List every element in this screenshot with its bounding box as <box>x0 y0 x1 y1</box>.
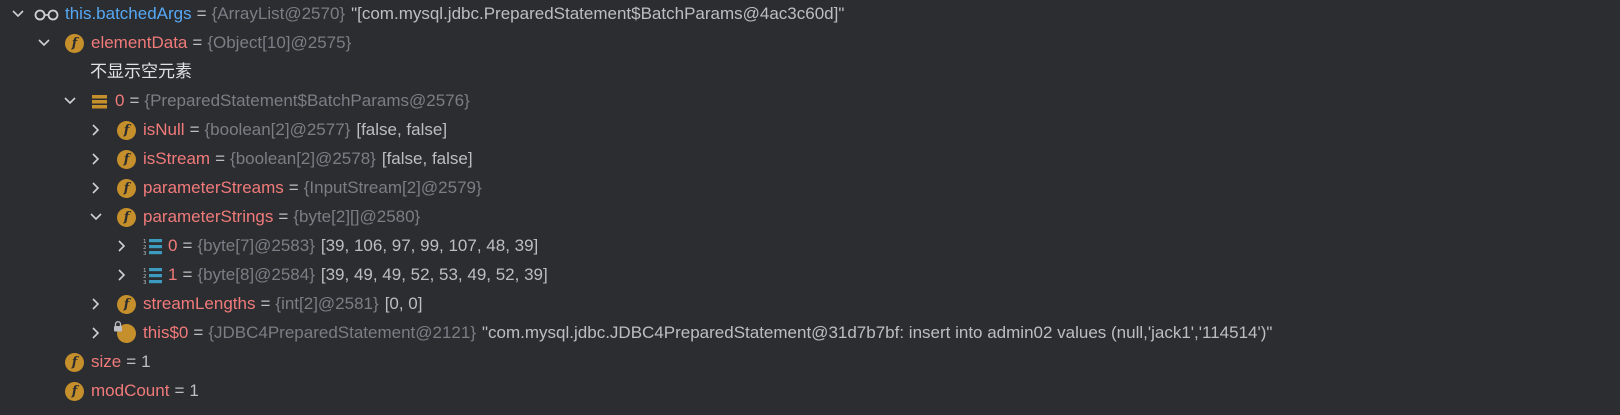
tree-row-batch-params-0[interactable]: 0 = {PreparedStatement$BatchParams@2576} <box>64 86 470 116</box>
tree-row-hide-empty-note: 不显示空元素 <box>90 57 192 87</box>
variable-name: parameterStrings <box>143 207 274 226</box>
tree-row-batched-args[interactable]: this.batchedArgs = {ArrayList@2570} "[co… <box>12 0 844 29</box>
chevron-right-icon[interactable] <box>116 231 128 261</box>
type-reference: {int[2]@2581} <box>275 294 379 313</box>
hide-empty-elements-note: 不显示空元素 <box>90 62 192 81</box>
equals-sign: = <box>196 4 207 23</box>
watch-glasses-icon <box>34 5 61 24</box>
type-reference: {boolean[2]@2577} <box>204 120 351 139</box>
variable-name: this$0 <box>143 323 189 342</box>
variable-name: 1 <box>168 265 178 284</box>
tree-row-parameter-string-0[interactable]: 123 0 = {byte[7]@2583} [39, 106, 97, 99,… <box>116 231 538 261</box>
equals-sign: = <box>182 265 193 284</box>
tree-row-parameter-string-1[interactable]: 123 1 = {byte[8]@2584} [39, 49, 49, 52, … <box>116 260 548 290</box>
svg-text:3: 3 <box>143 251 147 256</box>
chevron-down-icon[interactable] <box>12 0 24 29</box>
field-icon: f <box>117 294 136 314</box>
field-icon: f <box>117 149 136 169</box>
type-reference: {InputStream[2]@2579} <box>303 178 482 197</box>
tree-row-size[interactable]: f size = 1 <box>38 347 151 377</box>
equals-sign: = <box>260 294 271 313</box>
chevron-right-icon[interactable] <box>116 260 128 290</box>
tree-row-stream-lengths[interactable]: f streamLengths = {int[2]@2581} [0, 0] <box>90 289 423 319</box>
tree-row-mod-count[interactable]: f modCount = 1 <box>38 376 199 406</box>
variable-name: 0 <box>115 91 125 110</box>
tree-row-element-data[interactable]: f elementData = {Object[10]@2575} <box>38 28 351 58</box>
variable-value: 1 <box>141 352 151 371</box>
type-reference: {byte[2][]@2580} <box>293 207 421 226</box>
equals-sign: = <box>189 120 200 139</box>
variable-name: this.batchedArgs <box>65 4 192 23</box>
equals-sign: = <box>129 91 140 110</box>
chevron-down-icon[interactable] <box>90 202 102 232</box>
variable-name: streamLengths <box>143 294 256 313</box>
type-reference: {Object[10]@2575} <box>207 33 352 52</box>
equals-sign: = <box>174 381 185 400</box>
lock-icon <box>114 320 122 331</box>
field-icon: f <box>117 207 136 227</box>
chevron-right-icon[interactable] <box>90 144 102 174</box>
tree-row-parameter-streams[interactable]: f parameterStreams = {InputStream[2]@257… <box>90 173 482 203</box>
chevron-down-icon[interactable] <box>64 86 76 116</box>
variable-name: size <box>91 352 122 371</box>
variable-value: [0, 0] <box>384 294 423 313</box>
variable-value: [39, 49, 49, 52, 53, 49, 52, 39] <box>320 265 548 284</box>
equals-sign: = <box>288 178 299 197</box>
array-element-icon <box>91 92 110 111</box>
numbered-list-icon: 123 <box>143 237 162 256</box>
field-icon: f <box>65 33 84 53</box>
variable-value: "[com.mysql.jdbc.PreparedStatement$Batch… <box>351 4 845 23</box>
final-field-icon <box>114 320 136 343</box>
variable-name: isNull <box>143 120 185 139</box>
variable-value: [false, false] <box>356 120 448 139</box>
svg-text:3: 3 <box>143 280 147 285</box>
type-reference: {ArrayList@2570} <box>211 4 346 23</box>
variable-value: 1 <box>189 381 199 400</box>
type-reference: {PreparedStatement$BatchParams@2576} <box>144 91 470 110</box>
type-reference: {byte[8]@2584} <box>197 265 315 284</box>
equals-sign: = <box>192 33 203 52</box>
tree-row-is-null[interactable]: f isNull = {boolean[2]@2577} [false, fal… <box>90 115 447 145</box>
chevron-right-icon[interactable] <box>90 173 102 203</box>
type-reference: {byte[7]@2583} <box>197 236 315 255</box>
variable-name: elementData <box>91 33 188 52</box>
debugger-variables-tree: this.batchedArgs = {ArrayList@2570} "[co… <box>0 0 1620 415</box>
variable-name: parameterStreams <box>143 178 284 197</box>
tree-row-is-stream[interactable]: f isStream = {boolean[2]@2578} [false, f… <box>90 144 473 174</box>
equals-sign: = <box>126 352 137 371</box>
variable-name: modCount <box>91 381 170 400</box>
equals-sign: = <box>193 323 204 342</box>
variable-value: "com.mysql.jdbc.JDBC4PreparedStatement@3… <box>482 323 1273 342</box>
type-reference: {JDBC4PreparedStatement@2121} <box>208 323 477 342</box>
field-icon: f <box>117 178 136 198</box>
field-icon: f <box>65 352 84 372</box>
field-icon: f <box>117 120 136 140</box>
chevron-right-icon[interactable] <box>90 318 102 348</box>
field-icon: f <box>65 381 84 401</box>
equals-sign: = <box>215 149 226 168</box>
variable-value: [39, 106, 97, 99, 107, 48, 39] <box>320 236 539 255</box>
chevron-right-icon[interactable] <box>90 115 102 145</box>
tree-row-parameter-strings[interactable]: f parameterStrings = {byte[2][]@2580} <box>90 202 420 232</box>
equals-sign: = <box>278 207 289 226</box>
numbered-list-icon: 123 <box>143 266 162 285</box>
tree-row-this-0[interactable]: this$0 = {JDBC4PreparedStatement@2121} "… <box>90 318 1272 348</box>
variable-name: isStream <box>143 149 211 168</box>
chevron-right-icon[interactable] <box>90 289 102 319</box>
type-reference: {boolean[2]@2578} <box>230 149 376 168</box>
equals-sign: = <box>182 236 193 255</box>
variable-name: 0 <box>168 236 178 255</box>
chevron-down-icon[interactable] <box>38 28 50 58</box>
variable-value: [false, false] <box>381 149 473 168</box>
